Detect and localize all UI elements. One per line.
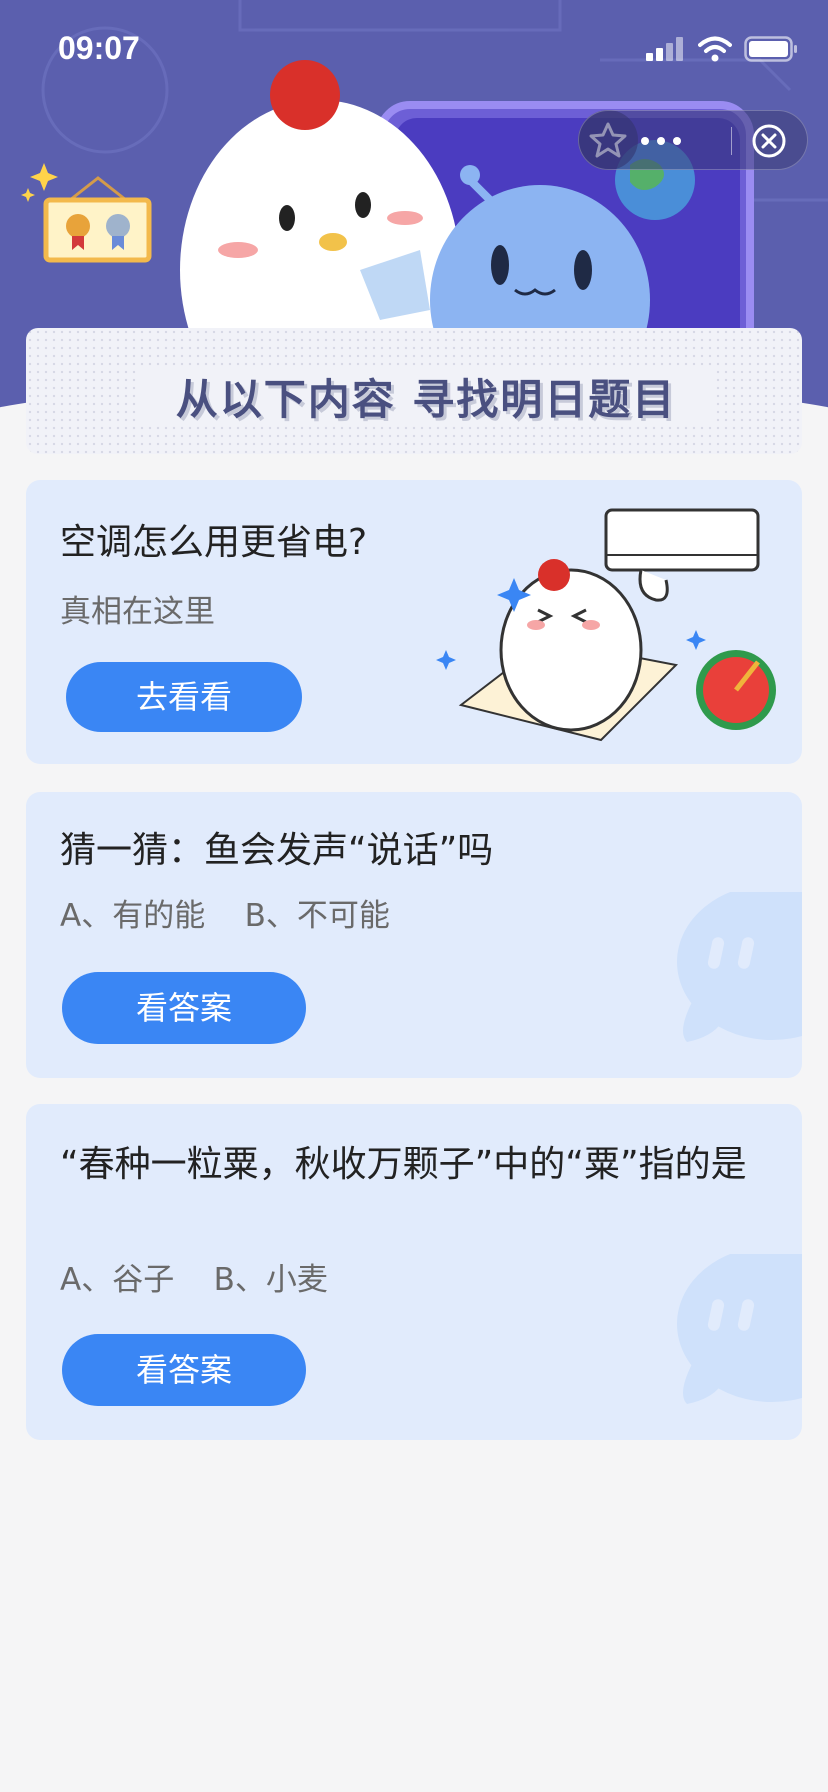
card-subtitle: 真相在这里 [60, 594, 215, 630]
signal-icon [646, 37, 683, 61]
topic-banner: 从以下内容 寻找明日题目 [26, 328, 802, 454]
view-answer-button[interactable]: 看答案 [62, 1334, 306, 1406]
close-icon[interactable] [744, 116, 794, 166]
chat-bubble-icon [677, 1254, 802, 1404]
go-see-button[interactable]: 去看看 [66, 662, 302, 732]
mini-program-capsule [578, 110, 808, 170]
quiz-options: A、谷子 B、小麦 [60, 1262, 328, 1298]
quiz-options: A、有的能 B、不可能 [60, 898, 390, 934]
chat-bubble-icon [677, 892, 802, 1042]
view-answer-button[interactable]: 看答案 [62, 972, 306, 1044]
medal-frame-icon [43, 176, 152, 263]
quiz-card[interactable]: “春种一粒粟，秋收万颗子”中的“粟”指的是 A、谷子 B、小麦 看答案 [26, 1104, 802, 1440]
banner-title: 从以下内容 寻找明日题目 [175, 375, 677, 424]
quiz-question: 猜一猜：鱼会发声“说话”吗 [60, 830, 494, 871]
more-icon[interactable] [627, 121, 697, 161]
status-bar: 09:07 [0, 0, 828, 100]
status-time: 09:07 [58, 30, 140, 66]
quiz-card[interactable]: 猜一猜：鱼会发声“说话”吗 A、有的能 B、不可能 看答案 [26, 792, 802, 1078]
chicken-aircon-illustration [436, 508, 776, 742]
battery-icon [744, 36, 797, 62]
wifi-icon [698, 36, 732, 62]
status-icons [646, 36, 798, 62]
quiz-question: “春种一粒粟，秋收万颗子”中的“粟”指的是 [60, 1144, 747, 1185]
capsule-divider [731, 127, 732, 155]
article-card[interactable]: 空调怎么用更省电? 真相在这里 去看看 [26, 480, 802, 764]
banner-title-area: 从以下内容 寻找明日题目 [136, 366, 716, 424]
